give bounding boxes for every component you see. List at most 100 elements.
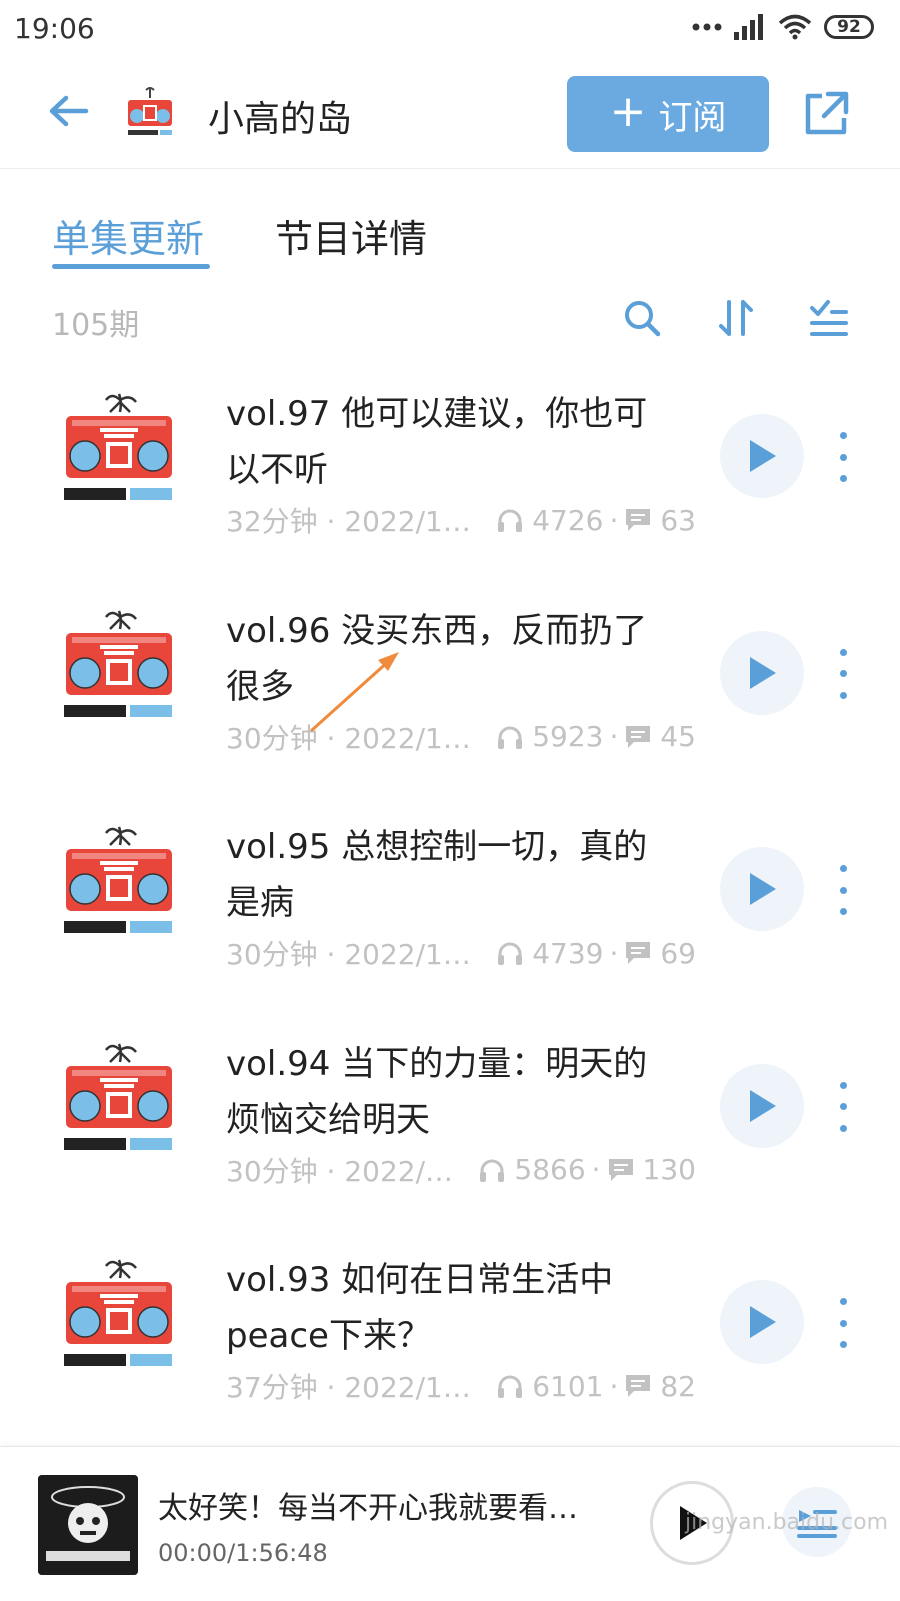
episode-comments: 130 — [607, 1153, 696, 1186]
episode-meta: 32分钟 · 2022/1… 4726 · 63 — [226, 500, 696, 540]
episode-duration-date: 30分钟 · 2022/… — [226, 1154, 454, 1188]
more-options-icon[interactable] — [836, 432, 850, 482]
play-icon — [750, 873, 776, 905]
episode-title[interactable]: vol.93 如何在日常生活中peace下来？ — [226, 1252, 676, 1364]
episode-plays: 5923 — [496, 720, 603, 753]
episode-title[interactable]: vol.96 没买东西，反而扔了很多 — [226, 603, 676, 715]
episode-play-button[interactable] — [720, 630, 804, 715]
episode-plays: 4726 — [496, 504, 603, 537]
episode-meta: 30分钟 · 2022/1… 4739 · 69 — [226, 933, 696, 973]
status-icons: 92 — [692, 14, 874, 40]
episode-comments: 69 — [624, 937, 696, 970]
episode-play-count: 6101 — [532, 1369, 604, 1403]
player-time: 00:00/1:56:48 — [158, 1539, 328, 1567]
episode-meta: 37分钟 · 2022/1… 6101 · 82 — [226, 1366, 696, 1406]
episode-item[interactable]: vol.94 当下的力量：明天的烦恼交给明天 30分钟 · 2022/… 586… — [0, 1022, 900, 1242]
sort-icon[interactable] — [714, 296, 758, 340]
share-icon[interactable] — [800, 88, 852, 140]
episode-item[interactable]: vol.95 总想控制一切，真的是病 30分钟 · 2022/1… 4739 ·… — [0, 805, 900, 1025]
player-cover-image — [38, 1475, 138, 1575]
comment-icon — [608, 1158, 633, 1181]
subscribe-button[interactable]: + 订阅 — [567, 76, 769, 152]
episode-comment-count: 45 — [660, 720, 696, 753]
episode-comment-count: 69 — [660, 936, 696, 970]
comment-icon — [626, 942, 651, 964]
episode-item[interactable]: vol.97 他可以建议，你也可以不听 32分钟 · 2022/1… 4726 … — [0, 372, 900, 592]
episode-play-button[interactable] — [720, 1063, 804, 1148]
play-icon — [750, 440, 776, 472]
episode-duration-date: 37分钟 · 2022/1… — [226, 1371, 471, 1404]
episode-cover-image — [64, 610, 172, 717]
more-options-icon[interactable] — [836, 1081, 850, 1132]
episode-play-button[interactable] — [720, 414, 804, 498]
episode-title[interactable]: vol.97 他可以建议，你也可以不听 — [226, 386, 676, 498]
episode-comments: 82 — [624, 1370, 696, 1403]
signal-icon — [734, 14, 763, 40]
episode-play-count: 5923 — [532, 720, 604, 753]
tab-episodes[interactable]: 单集更新 — [52, 208, 204, 263]
episode-meta: 30分钟 · 2022/1… 5923 · 45 — [226, 717, 696, 757]
play-icon — [750, 1306, 776, 1338]
episode-duration-date: 30分钟 · 2022/1… — [226, 721, 471, 755]
episode-title[interactable]: vol.95 总想控制一切，真的是病 — [226, 819, 676, 931]
episode-cover-image — [64, 826, 172, 933]
headphones-icon — [480, 1159, 505, 1182]
episode-plays: 6101 — [496, 1370, 603, 1403]
episode-count: 105期 — [52, 308, 140, 343]
episode-plays: 4739 — [496, 937, 603, 970]
play-icon — [750, 1089, 776, 1122]
episode-play-count: 5866 — [514, 1153, 586, 1186]
watermark: jingyan.baidu.com — [685, 1510, 889, 1535]
episode-comment-count: 82 — [660, 1369, 696, 1403]
episode-play-button[interactable] — [720, 847, 804, 931]
active-tab-indicator — [52, 264, 210, 269]
player-title: 太好笑！每当不开心我就要看… — [158, 1491, 578, 1526]
episode-item[interactable]: vol.93 如何在日常生活中peace下来？ 37分钟 · 2022/1… 6… — [0, 1238, 900, 1458]
episode-play-count: 4726 — [532, 503, 604, 537]
episode-duration-date: 30分钟 · 2022/1… — [226, 938, 471, 971]
meta-separator: · — [609, 1369, 619, 1403]
tab-details[interactable]: 节目详情 — [275, 208, 427, 263]
search-icon[interactable] — [620, 296, 664, 340]
status-bar: 19:06 92 — [0, 0, 900, 62]
episode-cover-image — [64, 1043, 172, 1150]
episode-title[interactable]: vol.94 当下的力量：明天的烦恼交给明天 — [226, 1036, 676, 1148]
episode-comment-count: 63 — [660, 503, 696, 537]
headphones-icon — [498, 509, 523, 532]
headphones-icon — [498, 1375, 523, 1398]
episode-cover-image — [64, 1259, 172, 1366]
meta-separator: · — [609, 936, 619, 970]
episode-meta: 30分钟 · 2022/… 5866 · 130 — [226, 1150, 696, 1190]
batch-select-icon[interactable] — [806, 296, 850, 340]
headphones-icon — [498, 942, 523, 965]
app-header: 小高的岛 + 订阅 — [0, 62, 900, 169]
episode-plays: 5866 — [478, 1153, 586, 1186]
battery-indicator: 92 — [824, 15, 874, 39]
play-icon — [750, 656, 776, 689]
wifi-icon — [778, 14, 812, 40]
episode-duration-date: 32分钟 · 2022/1… — [226, 505, 471, 538]
meta-separator: · — [591, 1153, 601, 1186]
comment-icon — [626, 725, 651, 748]
episode-item[interactable]: vol.96 没买东西，反而扔了很多 30分钟 · 2022/1… 5923 ·… — [0, 589, 900, 809]
podcast-logo-icon — [128, 87, 172, 135]
more-options-icon[interactable] — [836, 648, 850, 699]
podcast-title: 小高的岛 — [208, 99, 353, 140]
plus-icon: + — [609, 86, 647, 137]
episode-cover-image — [64, 393, 172, 500]
episode-comments: 63 — [624, 504, 696, 537]
more-options-icon[interactable] — [836, 865, 850, 915]
subscribe-label: 订阅 — [658, 97, 727, 138]
meta-separator: · — [609, 503, 619, 537]
more-options-icon[interactable] — [836, 1298, 850, 1348]
episode-play-count: 4739 — [532, 936, 604, 970]
comment-icon — [626, 509, 651, 531]
dots-icon — [692, 23, 722, 31]
episode-comments: 45 — [624, 720, 696, 753]
episode-play-button[interactable] — [720, 1280, 804, 1364]
back-arrow-icon[interactable] — [44, 86, 94, 136]
headphones-icon — [498, 726, 523, 749]
episode-comment-count: 130 — [642, 1153, 696, 1186]
status-time: 19:06 — [14, 12, 95, 45]
comment-icon — [626, 1375, 651, 1397]
